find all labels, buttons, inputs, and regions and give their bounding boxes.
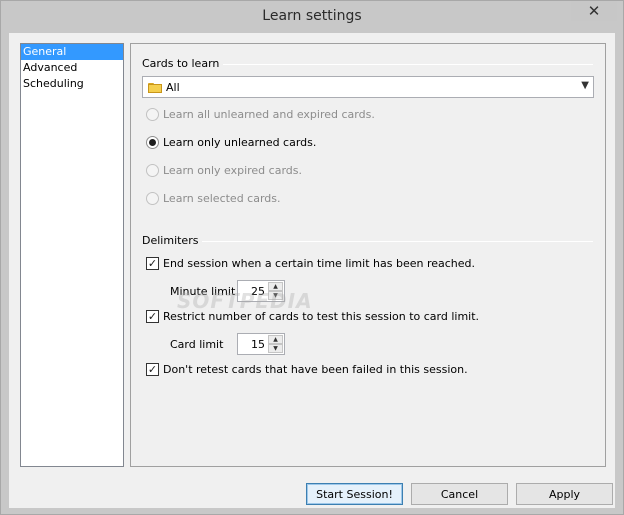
window-title: Learn settings — [262, 8, 362, 24]
folder-icon — [148, 82, 162, 93]
minute-limit-label: Minute limit — [170, 284, 236, 298]
card-limit-label: Card limit — [170, 337, 224, 351]
card-limit-row: Card limit 15 ▲ ▼ — [170, 333, 285, 355]
group-divider — [195, 241, 593, 242]
minute-limit-stepper[interactable]: 25 ▲ ▼ — [237, 280, 285, 302]
radio-learn-selected[interactable]: Learn selected cards. — [146, 192, 281, 205]
radio-button[interactable] — [146, 136, 159, 149]
radio-learn-unlearned[interactable]: Learn only unlearned cards. — [146, 136, 316, 149]
no-retest-checkbox[interactable]: ✓ — [146, 363, 159, 376]
end-session-label: End session when a certain time limit ha… — [163, 257, 475, 270]
radio-button[interactable] — [146, 164, 159, 177]
group-divider — [215, 64, 593, 65]
spin-up-icon[interactable]: ▲ — [268, 282, 283, 291]
cancel-button[interactable]: Cancel — [411, 483, 508, 505]
delimiters-label: Delimiters — [142, 234, 203, 247]
close-icon: ✕ — [587, 2, 601, 20]
restrict-cards-checkbox[interactable]: ✓ — [146, 310, 159, 323]
general-settings-panel: Cards to learn All ▼ Learn all unlearned… — [130, 43, 606, 467]
radio-learn-all[interactable]: Learn all unlearned and expired cards. — [146, 108, 375, 121]
card-set-value: All — [166, 80, 180, 94]
nav-item-scheduling[interactable]: Scheduling — [21, 76, 123, 92]
checkmark-icon: ✓ — [147, 310, 158, 323]
no-retest-checkbox-row[interactable]: ✓ Don't retest cards that have been fail… — [146, 363, 468, 376]
minute-limit-value[interactable]: 25 — [251, 285, 265, 298]
restrict-cards-checkbox-row[interactable]: ✓ Restrict number of cards to test this … — [146, 310, 479, 323]
spin-up-icon[interactable]: ▲ — [268, 335, 283, 344]
start-session-button[interactable]: Start Session! — [306, 483, 403, 505]
nav-item-advanced[interactable]: Advanced — [21, 60, 123, 76]
radio-button[interactable] — [146, 192, 159, 205]
settings-nav-list[interactable]: General Advanced Scheduling — [20, 43, 124, 467]
close-button[interactable]: ✕ — [571, 1, 617, 21]
spin-down-icon[interactable]: ▼ — [268, 291, 283, 300]
radio-label: Learn only unlearned cards. — [163, 136, 317, 149]
minute-limit-row: Minute limit 25 ▲ ▼ — [170, 280, 285, 302]
nav-item-general[interactable]: General — [21, 44, 123, 60]
card-limit-value[interactable]: 15 — [251, 338, 265, 351]
radio-button[interactable] — [146, 108, 159, 121]
cards-to-learn-label: Cards to learn — [142, 57, 224, 70]
end-session-checkbox[interactable]: ✓ — [146, 257, 159, 270]
checkmark-icon: ✓ — [147, 363, 158, 376]
restrict-cards-label: Restrict number of cards to test this se… — [163, 310, 480, 323]
dialog-client-area: General Advanced Scheduling Cards to lea… — [9, 33, 615, 508]
no-retest-label: Don't retest cards that have been failed… — [163, 363, 468, 376]
card-limit-stepper[interactable]: 15 ▲ ▼ — [237, 333, 285, 355]
radio-label: Learn all unlearned and expired cards. — [163, 108, 375, 121]
card-set-dropdown[interactable]: All ▼ — [142, 76, 594, 98]
checkmark-icon: ✓ — [147, 257, 158, 270]
radio-learn-expired[interactable]: Learn only expired cards. — [146, 164, 302, 177]
title-bar[interactable]: Learn settings ✕ — [1, 1, 623, 33]
learn-settings-window: Learn settings ✕ General Advanced Schedu… — [0, 0, 624, 515]
radio-label: Learn selected cards. — [163, 192, 281, 205]
radio-label: Learn only expired cards. — [163, 164, 302, 177]
spin-down-icon[interactable]: ▼ — [268, 344, 283, 353]
chevron-down-icon[interactable]: ▼ — [581, 80, 589, 91]
end-session-checkbox-row[interactable]: ✓ End session when a certain time limit … — [146, 257, 475, 270]
apply-button[interactable]: Apply — [516, 483, 613, 505]
